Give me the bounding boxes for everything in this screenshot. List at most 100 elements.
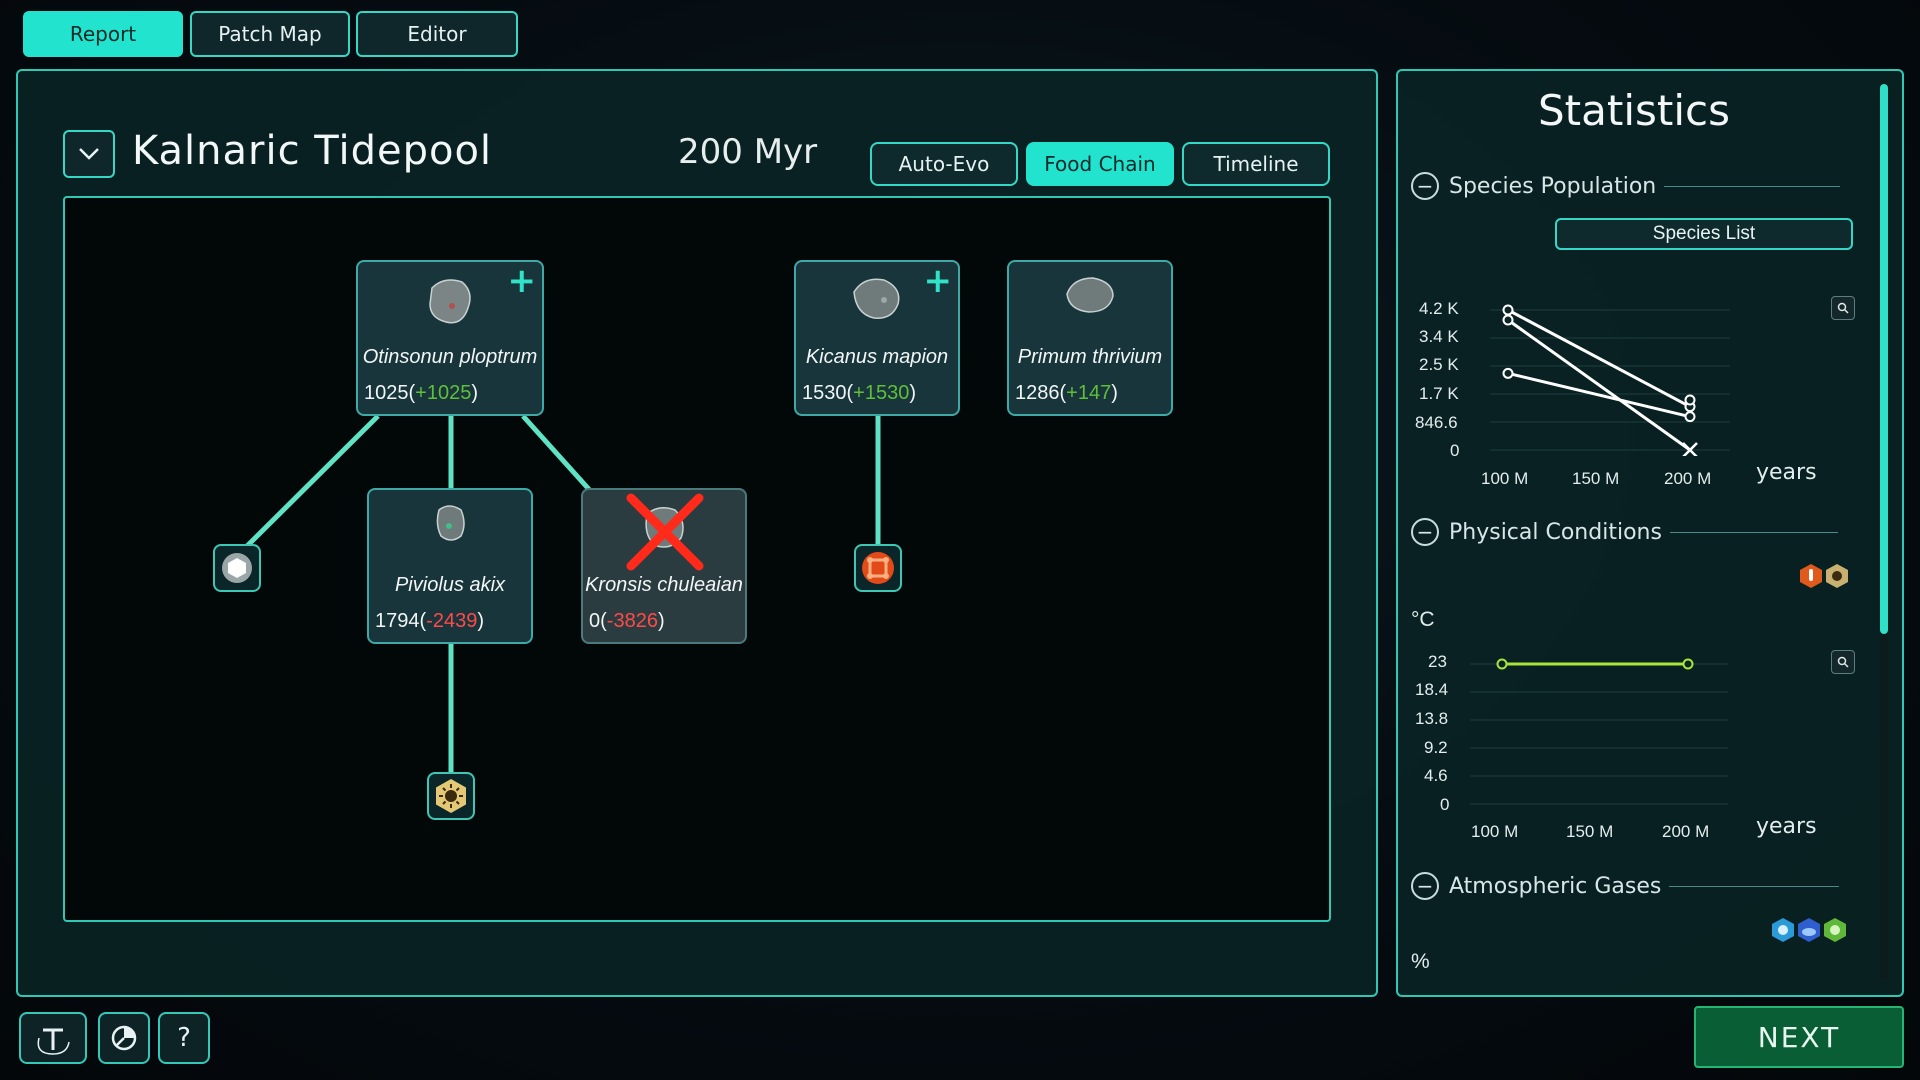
compound-sunlight[interactable] [427, 772, 475, 820]
data-point [1684, 394, 1696, 406]
patch-name: Kalnaric Tidepool [132, 128, 493, 174]
species-population-chart [1490, 304, 1730, 456]
x-tick: 100 M [1481, 469, 1529, 488]
y-tick: 846.6 [1415, 413, 1458, 432]
y-tick: 13.8 [1415, 709, 1449, 728]
zoom-button[interactable] [1831, 650, 1855, 674]
magnifier-icon [1837, 656, 1849, 668]
species-card[interactable]: + Otinsonun ploptrum 1025(+1025) [356, 260, 544, 416]
x-axis-unit: years [1756, 814, 1817, 839]
species-population: 1530(+1530) [802, 382, 917, 404]
species-population: 1025(+1025) [364, 382, 479, 404]
next-button[interactable]: NEXT [1694, 1006, 1904, 1068]
species-card[interactable]: Piviolus akix 1794(-2439) [367, 488, 533, 644]
x-axis-unit: years [1756, 460, 1817, 485]
y-tick: 3.4 K [1419, 327, 1459, 346]
species-name: Kicanus mapion [805, 346, 949, 368]
tab-editor[interactable]: Editor [356, 11, 518, 57]
statistics-button[interactable] [98, 1012, 150, 1064]
y-tick: 2.5 K [1419, 355, 1459, 374]
tab-timeline[interactable]: Timeline [1182, 142, 1330, 186]
data-point [1502, 314, 1514, 326]
cell-icon [1066, 277, 1114, 313]
compound-glucose[interactable] [213, 544, 261, 592]
series-line [1507, 371, 1691, 419]
x-tick: 200 M [1664, 469, 1712, 488]
iron-icon [862, 552, 894, 584]
food-chain-view: + Otinsonun ploptrum 1025(+1025) + Kican… [63, 196, 1331, 922]
species-name: Kronsis chuleaian [585, 574, 743, 596]
sunlight-icon [436, 779, 466, 813]
statistics-title: Statistics [1538, 86, 1730, 135]
condition-icons [1798, 563, 1850, 589]
temperature-icon[interactable] [1798, 563, 1824, 589]
data-point [1502, 304, 1514, 316]
oxygen-icon[interactable] [1770, 917, 1796, 943]
species-card[interactable]: Kronsis chuleaian 0(-3826) [581, 488, 747, 644]
data-point [1496, 658, 1508, 670]
section-atmospheric-gases[interactable]: − Atmospheric Gases [1411, 872, 1840, 900]
species-name: Piviolus akix [394, 574, 506, 596]
y-tick: 23 [1428, 652, 1447, 671]
species-name: Otinsonun ploptrum [362, 346, 538, 368]
y-tick: 1.7 K [1419, 384, 1459, 403]
tab-report[interactable]: Report [23, 11, 183, 57]
tab-patch-map[interactable]: Patch Map [190, 11, 350, 57]
x-tick: 150 M [1566, 822, 1614, 841]
gas-icons [1770, 917, 1848, 943]
chevron-down-icon [79, 148, 99, 160]
y-tick: 0 [1440, 795, 1450, 814]
link-otinsonun-glucose [235, 414, 380, 558]
data-point [1682, 658, 1694, 670]
data-point [1502, 367, 1514, 379]
new-species-icon: + [923, 261, 953, 301]
nitrogen-icon[interactable] [1796, 917, 1822, 943]
new-species-icon: + [507, 261, 537, 301]
y-tick: 0 [1450, 441, 1460, 460]
patch-time: 200 Myr [678, 132, 818, 172]
y-tick: 18.4 [1415, 680, 1449, 699]
x-tick: 100 M [1471, 822, 1519, 841]
species-population: 0(-3826) [589, 610, 665, 632]
magnifier-icon [1837, 302, 1849, 314]
pie-chart-icon [111, 1025, 137, 1051]
species-card[interactable]: + Kicanus mapion 1530(+1530) [794, 260, 960, 416]
x-tick: 150 M [1572, 469, 1620, 488]
species-card[interactable]: Primum thrivium 1286(+147) [1007, 260, 1173, 416]
species-list-button[interactable]: Species List [1555, 218, 1853, 250]
glucose-icon [222, 553, 252, 583]
sunlight-icon[interactable] [1824, 563, 1850, 589]
y-tick: 9.2 [1424, 738, 1448, 757]
x-tick: 200 M [1662, 822, 1710, 841]
thrive-logo-icon [37, 1028, 70, 1055]
cell-icon [853, 278, 900, 319]
compound-iron[interactable] [854, 544, 902, 592]
extinct-icon [626, 493, 704, 571]
species-population: 1286(+147) [1015, 382, 1118, 404]
thrive-menu-button[interactable] [19, 1012, 87, 1064]
cell-icon [429, 279, 471, 324]
collapse-icon[interactable]: − [1411, 872, 1439, 900]
y-axis-unit: °C [1411, 608, 1435, 631]
y-tick: 4.2 K [1419, 299, 1459, 318]
statistics-scrollbar-thumb[interactable] [1880, 84, 1888, 634]
collapse-icon[interactable]: − [1411, 518, 1439, 546]
patch-dropdown-button[interactable] [63, 130, 115, 178]
series-line [1507, 318, 1691, 452]
cell-icon [436, 505, 465, 541]
tab-food-chain[interactable]: Food Chain [1026, 142, 1174, 186]
zoom-button[interactable] [1831, 296, 1855, 320]
section-physical-conditions[interactable]: − Physical Conditions [1411, 518, 1838, 546]
carbon-dioxide-icon[interactable] [1822, 917, 1848, 943]
tab-auto-evo[interactable]: Auto-Evo [870, 142, 1018, 186]
species-name: Primum thrivium [1017, 346, 1163, 368]
species-population: 1794(-2439) [375, 610, 484, 632]
y-axis-unit: % [1411, 950, 1430, 973]
series-line [1507, 308, 1691, 408]
collapse-icon[interactable]: − [1411, 172, 1439, 200]
help-button[interactable]: ? [158, 1012, 210, 1064]
section-species-population[interactable]: − Species Population [1411, 172, 1841, 200]
y-tick: 4.6 [1424, 766, 1448, 785]
link-otinsonun-kronsis [521, 414, 597, 498]
data-point [1684, 411, 1696, 423]
